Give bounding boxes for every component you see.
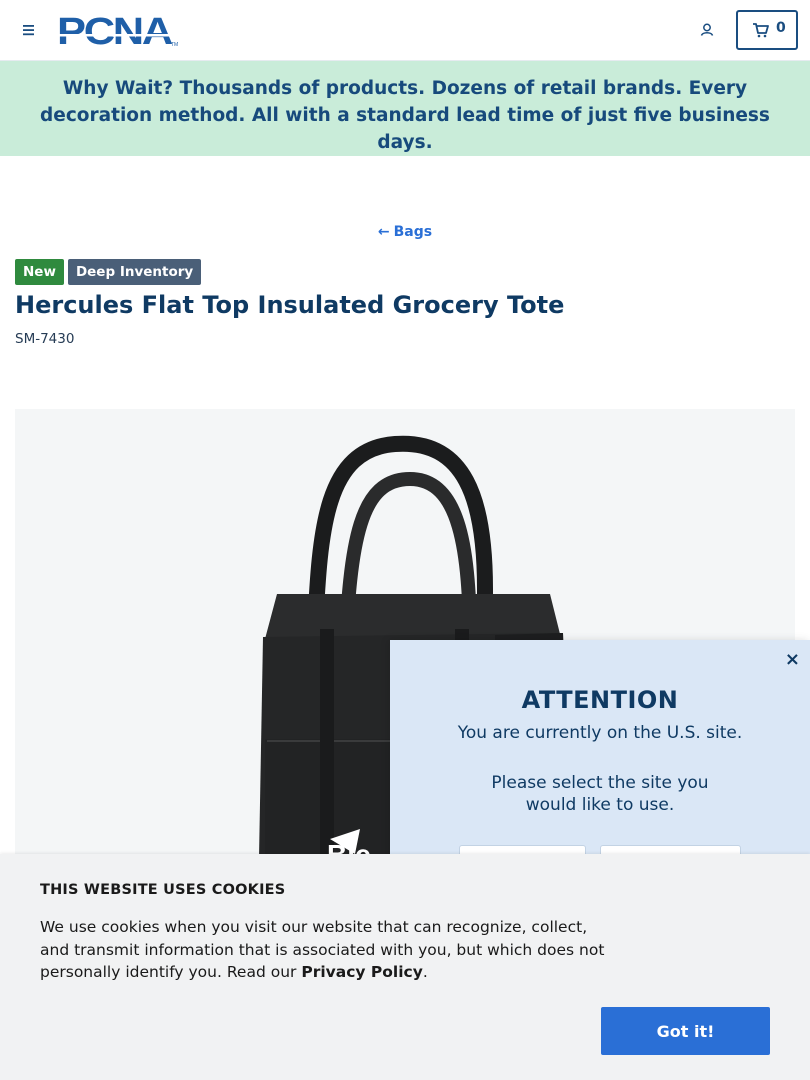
logo-text: PCNA xyxy=(57,13,173,47)
breadcrumb: ← Bags xyxy=(0,224,810,240)
site-header: PCNA TM 0 xyxy=(0,0,810,61)
cart-icon xyxy=(752,22,770,38)
hamburger-menu-icon[interactable] xyxy=(18,20,38,40)
product-badges: New Deep Inventory xyxy=(15,259,202,285)
cart-button[interactable]: 0 xyxy=(736,10,798,50)
close-icon[interactable]: × xyxy=(785,649,800,670)
promo-banner: Why Wait? Thousands of products. Dozens … xyxy=(0,61,810,156)
breadcrumb-back-link[interactable]: ← Bags xyxy=(378,224,432,240)
attention-title: ATTENTION xyxy=(521,686,679,714)
site-selector-modal: × ATTENTION You are currently on the U.S… xyxy=(390,640,810,885)
product-title: Hercules Flat Top Insulated Grocery Tote xyxy=(15,291,565,319)
privacy-policy-link[interactable]: Privacy Policy xyxy=(301,963,423,981)
breadcrumb-label: Bags xyxy=(393,224,433,240)
pcna-logo[interactable]: PCNA TM xyxy=(57,11,179,53)
promo-lead: Why Wait? xyxy=(62,78,174,99)
user-icon[interactable] xyxy=(698,20,718,40)
attention-current-site: You are currently on the U.S. site. xyxy=(457,723,743,743)
badge-new: New xyxy=(15,259,64,285)
got-it-button[interactable]: Got it! xyxy=(601,1007,770,1055)
badge-deep-inventory: Deep Inventory xyxy=(67,259,202,285)
svg-text:TM: TM xyxy=(171,42,178,47)
product-sku: SM-7430 xyxy=(15,331,75,347)
attention-instruction: Please select the site you would like to… xyxy=(491,773,709,815)
cart-count: 0 xyxy=(776,20,786,36)
cookie-banner: THIS WEBSITE USES COOKIES We use cookies… xyxy=(0,854,810,1080)
cookie-end: . xyxy=(422,963,428,981)
arrow-left-icon: ← xyxy=(377,224,390,240)
cookie-text: We use cookies when you visit our websit… xyxy=(40,916,610,984)
cookie-title: THIS WEBSITE USES COOKIES xyxy=(40,882,286,898)
